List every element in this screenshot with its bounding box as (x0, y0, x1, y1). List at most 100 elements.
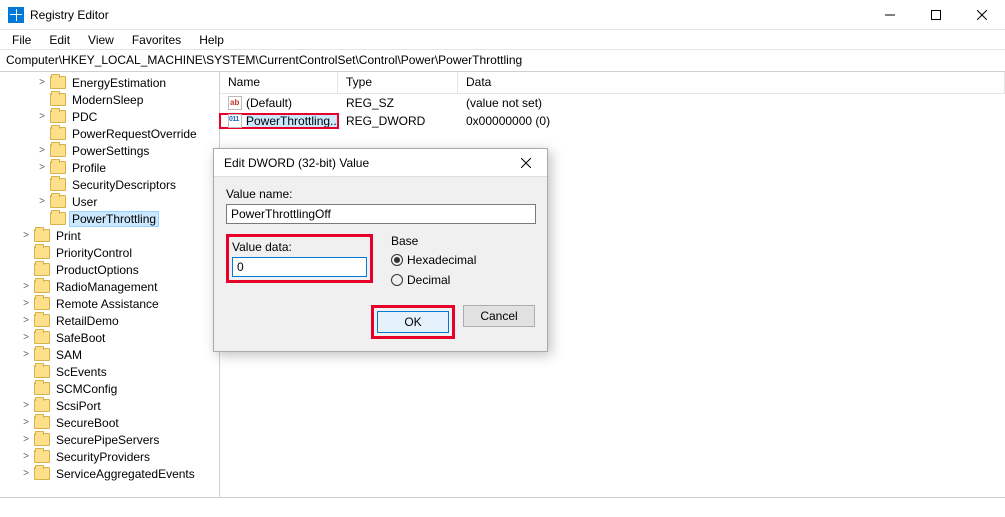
expand-icon[interactable]: > (20, 299, 32, 309)
expand-icon[interactable]: > (36, 146, 48, 156)
tree-item-label: SAM (54, 348, 84, 362)
tree-item-label: User (70, 195, 99, 209)
tree-item[interactable]: > RetailDemo (0, 312, 219, 329)
menu-help[interactable]: Help (191, 31, 232, 49)
tree-item[interactable]: ProductOptions (0, 261, 219, 278)
minimize-button[interactable] (867, 0, 913, 30)
statusbar (0, 497, 1005, 517)
tree-item[interactable]: > SecureBoot (0, 414, 219, 431)
tree-item[interactable]: > PowerSettings (0, 142, 219, 159)
folder-icon (34, 433, 50, 446)
expand-icon[interactable]: > (20, 333, 32, 343)
tree-item-label: RadioManagement (54, 280, 159, 294)
tree-item[interactable]: > User (0, 193, 219, 210)
ok-button[interactable]: OK (377, 311, 449, 333)
tree-item-label: SafeBoot (54, 331, 107, 345)
tree-item[interactable]: SecurityDescriptors (0, 176, 219, 193)
folder-icon (50, 127, 66, 140)
expand-icon[interactable]: > (20, 418, 32, 428)
menu-file[interactable]: File (4, 31, 39, 49)
col-header-type[interactable]: Type (338, 72, 458, 93)
radio-hex-icon (391, 254, 403, 266)
radio-dec-icon (391, 274, 403, 286)
folder-icon (50, 110, 66, 123)
tree-item-label: Profile (70, 161, 108, 175)
base-label: Base (391, 234, 476, 248)
edit-dword-dialog: Edit DWORD (32-bit) Value Value name: Va… (213, 148, 548, 352)
expand-icon[interactable]: > (36, 78, 48, 88)
tree-item-label: PDC (70, 110, 99, 124)
radio-hexadecimal[interactable]: Hexadecimal (391, 251, 476, 269)
expand-icon[interactable]: > (36, 163, 48, 173)
folder-icon (34, 263, 50, 276)
menu-view[interactable]: View (80, 31, 122, 49)
folder-icon (34, 399, 50, 412)
close-button[interactable] (959, 0, 1005, 30)
list-row[interactable]: (Default)REG_SZ(value not set) (220, 94, 1005, 112)
expand-icon[interactable]: > (20, 231, 32, 241)
folder-icon (34, 467, 50, 480)
dword-value-icon (228, 114, 242, 128)
list-header: Name Type Data (220, 72, 1005, 94)
maximize-button[interactable] (913, 0, 959, 30)
tree-item[interactable]: > SafeBoot (0, 329, 219, 346)
expand-icon[interactable]: > (36, 197, 48, 207)
tree-item[interactable]: > SAM (0, 346, 219, 363)
expand-icon[interactable]: > (20, 316, 32, 326)
col-header-name[interactable]: Name (220, 72, 338, 93)
tree-item-label: SecurityDescriptors (70, 178, 178, 192)
tree-item[interactable]: PowerRequestOverride (0, 125, 219, 142)
tree-item[interactable]: > Profile (0, 159, 219, 176)
expand-icon[interactable]: > (20, 282, 32, 292)
value-name-field[interactable] (226, 204, 536, 224)
tree-item[interactable]: ModernSleep (0, 91, 219, 108)
tree-item[interactable]: ScEvents (0, 363, 219, 380)
tree-item-label: SecurityProviders (54, 450, 152, 464)
expand-icon[interactable]: > (20, 452, 32, 462)
expand-icon[interactable]: > (20, 469, 32, 479)
folder-icon (34, 365, 50, 378)
menu-edit[interactable]: Edit (41, 31, 78, 49)
col-header-data[interactable]: Data (458, 72, 1005, 93)
dialog-close-button[interactable] (505, 149, 547, 177)
tree-item[interactable]: PowerThrottling (0, 210, 219, 227)
cancel-button[interactable]: Cancel (463, 305, 535, 327)
tree-item[interactable]: PriorityControl (0, 244, 219, 261)
folder-icon (50, 178, 66, 191)
folder-icon (50, 144, 66, 157)
tree-item-label: EnergyEstimation (70, 76, 168, 90)
expand-icon[interactable]: > (36, 112, 48, 122)
tree-item[interactable]: > ScsiPort (0, 397, 219, 414)
folder-icon (34, 331, 50, 344)
tree-item-label: ScsiPort (54, 399, 103, 413)
tree-item-label: ProductOptions (54, 263, 141, 277)
address-bar[interactable]: Computer\HKEY_LOCAL_MACHINE\SYSTEM\Curre… (0, 50, 1005, 72)
tree-item-label: SecureBoot (54, 416, 121, 430)
tree-item-label: PowerSettings (70, 144, 151, 158)
tree-item[interactable]: >Print (0, 227, 219, 244)
folder-icon (34, 382, 50, 395)
tree-item[interactable]: > SecurityProviders (0, 448, 219, 465)
list-row[interactable]: PowerThrottling...REG_DWORD0x00000000 (0… (220, 112, 1005, 130)
tree-item[interactable]: >ServiceAggregatedEvents (0, 465, 219, 482)
tree-item[interactable]: SCMConfig (0, 380, 219, 397)
tree-item[interactable]: > PDC (0, 108, 219, 125)
value-data-field[interactable] (232, 257, 367, 277)
menu-favorites[interactable]: Favorites (124, 31, 189, 49)
folder-icon (34, 416, 50, 429)
tree-item[interactable]: >SecurePipeServers (0, 431, 219, 448)
folder-icon (34, 450, 50, 463)
expand-icon[interactable]: > (20, 435, 32, 445)
ok-highlight: OK (371, 305, 455, 339)
tree-item-label: PowerRequestOverride (70, 127, 199, 141)
tree-item-label: RetailDemo (54, 314, 121, 328)
radio-decimal[interactable]: Decimal (391, 271, 476, 289)
tree-pane[interactable]: > EnergyEstimationModernSleep > PDC PowerReq… (0, 72, 220, 497)
tree-item[interactable]: >Remote Assistance (0, 295, 219, 312)
expand-icon[interactable]: > (20, 401, 32, 411)
tree-item[interactable]: > EnergyEstimation (0, 74, 219, 91)
titlebar: Registry Editor (0, 0, 1005, 30)
tree-item[interactable]: > RadioManagement (0, 278, 219, 295)
expand-icon[interactable]: > (20, 350, 32, 360)
folder-icon (34, 314, 50, 327)
